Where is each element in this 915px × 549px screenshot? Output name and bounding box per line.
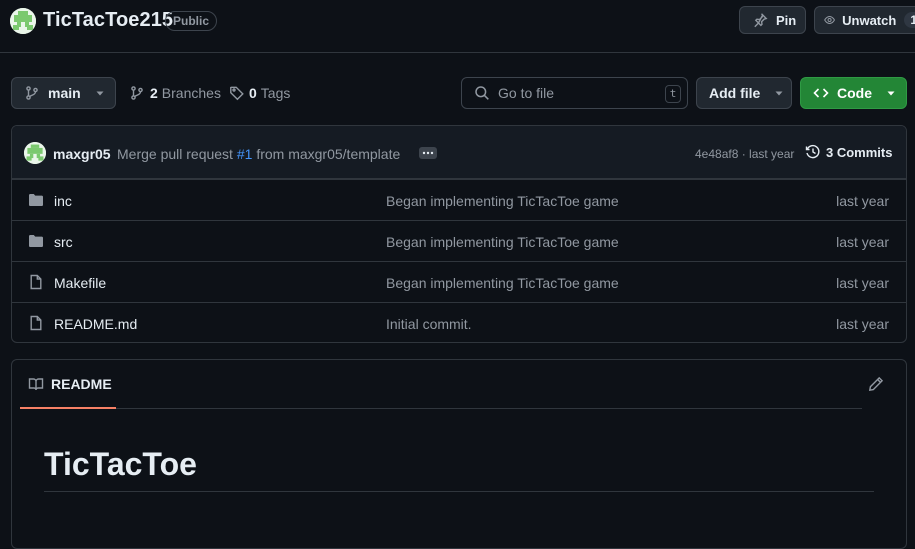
commit-author[interactable]: maxgr05 <box>53 146 111 162</box>
watch-count: 1 <box>904 12 915 28</box>
chevron-down-icon <box>96 91 104 96</box>
add-file-label: Add file <box>709 85 761 101</box>
tab-divider <box>116 408 862 409</box>
tags-count: 0 <box>249 85 257 101</box>
ellipsis-icon <box>422 151 434 155</box>
tags-link[interactable]: 0 Tags <box>229 85 290 101</box>
pencil-icon <box>868 376 884 392</box>
tags-label: Tags <box>260 85 291 101</box>
code-button[interactable]: Code <box>800 77 907 109</box>
pin-icon <box>754 13 768 28</box>
folder-icon <box>28 233 44 249</box>
branch-selector-button[interactable]: main <box>11 77 116 109</box>
branches-count: 2 <box>150 85 158 101</box>
visibility-badge: Public <box>165 11 218 31</box>
file-icon <box>28 315 44 331</box>
branches-link[interactable]: 2 Branches <box>129 85 221 101</box>
readme-tab-label: README <box>51 375 112 392</box>
edit-readme-button[interactable] <box>868 376 884 392</box>
commit-message-prefix: Merge pull request <box>117 146 233 162</box>
chevron-down-icon <box>775 91 783 96</box>
shortcut-key: t <box>665 85 681 103</box>
chevron-down-icon <box>887 91 895 96</box>
repo-name[interactable]: TicTacToe215 <box>43 9 173 32</box>
file-commit-date: last year <box>836 234 889 250</box>
readme-title-rule <box>44 491 874 492</box>
file-row[interactable]: README.md Initial commit. last year <box>12 302 906 342</box>
file-table: maxgr05 Merge pull request #1 from maxgr… <box>11 125 907 343</box>
tag-icon <box>230 86 244 101</box>
branch-icon <box>131 86 143 100</box>
unwatch-button[interactable]: Unwatch 1 <box>814 6 915 34</box>
file-commit-date: last year <box>836 193 889 209</box>
branch-name: main <box>48 85 81 101</box>
file-name[interactable]: README.md <box>54 316 137 332</box>
commit-details-toggle[interactable] <box>419 147 437 159</box>
history-icon <box>805 144 820 159</box>
unwatch-label: Unwatch <box>842 12 897 28</box>
search-icon <box>475 86 489 100</box>
commits-label: 3 Commits <box>826 144 893 160</box>
go-to-file-input[interactable] <box>498 85 658 101</box>
add-file-button[interactable]: Add file <box>696 77 792 109</box>
repo-owner-avatar[interactable] <box>10 8 36 34</box>
file-name[interactable]: src <box>54 234 73 250</box>
eye-icon <box>824 16 835 24</box>
file-name[interactable]: inc <box>54 193 72 209</box>
commit-message-suffix: from maxgr05/template <box>256 146 401 162</box>
code-icon <box>813 88 829 98</box>
book-icon <box>28 377 44 390</box>
file-commit-message[interactable]: Began implementing TicTacToe game <box>386 275 619 291</box>
file-commit-message[interactable]: Began implementing TicTacToe game <box>386 193 619 209</box>
readme-title: TicTacToe <box>44 446 197 482</box>
code-label: Code <box>837 85 872 101</box>
readme-tab[interactable]: README <box>20 360 116 409</box>
folder-icon <box>28 192 44 208</box>
commit-hash-date[interactable]: 4e48af8 · last year <box>695 147 794 161</box>
repo-header: TicTacToe215 Public Pin Unwatch 1 <box>0 0 915 53</box>
go-to-file-field[interactable]: t <box>461 77 688 109</box>
pin-button[interactable]: Pin <box>739 6 806 34</box>
file-commit-date: last year <box>836 316 889 332</box>
file-row[interactable]: src Began implementing TicTacToe game last… <box>12 220 906 261</box>
branches-label: Branches <box>161 85 221 101</box>
file-name[interactable]: Makefile <box>54 275 106 291</box>
branch-icon <box>26 86 38 100</box>
file-commit-message[interactable]: Began implementing TicTacToe game <box>386 234 619 250</box>
commit-author-avatar[interactable] <box>24 142 46 164</box>
file-commit-date: last year <box>836 275 889 291</box>
file-icon <box>28 274 44 290</box>
pin-label: Pin <box>776 12 797 28</box>
readme-panel: README TicTacToe <box>11 359 907 549</box>
file-row[interactable]: inc Began implementing TicTacToe game last… <box>12 179 906 220</box>
commits-history-link[interactable]: 3 Commits <box>805 144 892 160</box>
latest-commit-bar: maxgr05 Merge pull request #1 from maxgr… <box>12 126 906 179</box>
commit-message[interactable]: Merge pull request #1 from maxgr05/templ… <box>117 146 400 162</box>
file-row[interactable]: Makefile Began implementing TicTacToe gam… <box>12 261 906 302</box>
file-commit-message[interactable]: Initial commit. <box>386 316 472 332</box>
commit-pr-link[interactable]: #1 <box>237 146 253 162</box>
